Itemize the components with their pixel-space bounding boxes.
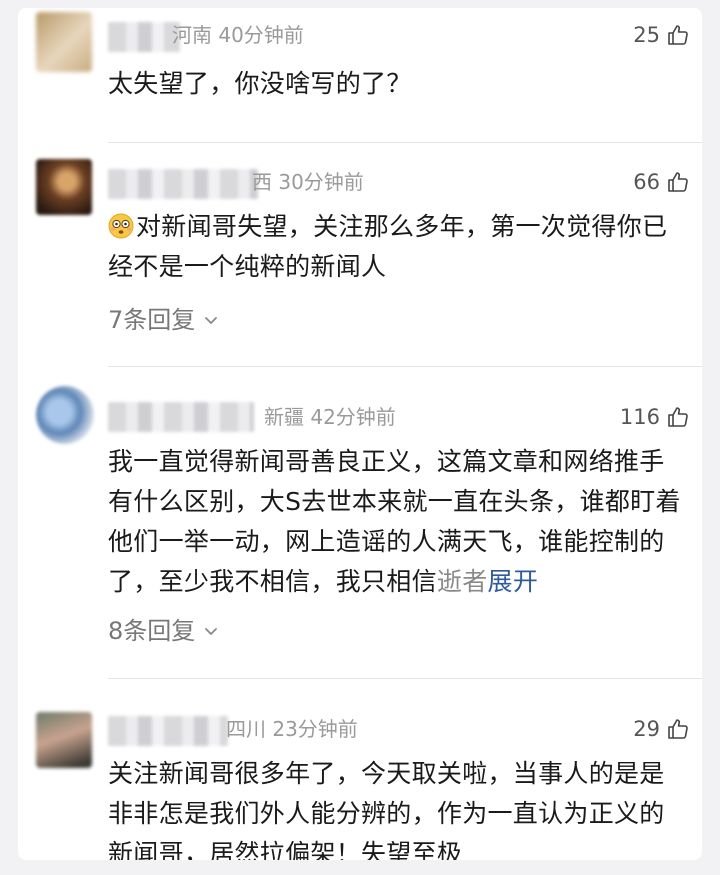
comment-text: 太失望了，你没啥写的了？ — [108, 69, 412, 98]
comment-text-faded: 逝者 — [436, 567, 488, 596]
thumbs-up-icon — [668, 719, 688, 739]
avatar[interactable] — [36, 386, 94, 444]
location-time: 新疆 42分钟前 — [264, 405, 396, 429]
location-time: 四川 23分钟前 — [226, 717, 358, 741]
chevron-down-icon — [205, 628, 218, 635]
username-blurred[interactable] — [108, 169, 258, 199]
divider — [108, 366, 702, 367]
thumbs-up-icon — [668, 25, 688, 45]
like-button[interactable]: 66 — [633, 167, 690, 197]
location-time: 西 30分钟前 — [252, 170, 364, 194]
like-count: 29 — [633, 717, 660, 741]
like-count: 25 — [633, 23, 660, 47]
like-count: 66 — [633, 170, 660, 194]
comment-text: 我一直觉得新闻哥善良正义，这篇文章和网络推手有什么区别，大S去世本来就一直在头条… — [108, 442, 688, 602]
avatar[interactable] — [36, 12, 92, 72]
comment-text-body: 对新闻哥失望，关注那么多年，第一次觉得你已经不是一个纯粹的新闻人 — [108, 212, 668, 281]
expand-link[interactable]: 展开 — [488, 567, 539, 596]
flushed-face-emoji-icon — [108, 213, 134, 239]
comment-item: 四川 23分钟前 29 关注新闻哥很多年了，今天取关啦，当事人的是是非非怎是我们… — [18, 678, 702, 860]
comment-list: 河南 40分钟前 25 太失望了，你没啥写的了？ 西 30分钟前 66 对新闻哥… — [18, 8, 702, 860]
comment-item: 新疆 42分钟前 116 我一直觉得新闻哥善良正义，这篇文章和网络推手有什么区别… — [18, 368, 702, 679]
thumbs-up-icon — [668, 407, 688, 427]
comment-item: 西 30分钟前 66 对新闻哥失望，关注那么多年，第一次觉得你已经不是一个纯粹的… — [18, 143, 702, 368]
thumbs-up-icon — [668, 172, 688, 192]
username-blurred[interactable] — [108, 716, 228, 746]
comment-text: 关注新闻哥很多年了，今天取关啦，当事人的是是非非怎是我们外人能分辨的，作为一直认… — [108, 759, 665, 860]
comment-item: 河南 40分钟前 25 太失望了，你没啥写的了？ — [18, 8, 702, 158]
like-button[interactable]: 116 — [620, 402, 690, 432]
like-count: 116 — [619, 405, 660, 429]
username-blurred[interactable] — [108, 402, 254, 432]
avatar[interactable] — [36, 159, 92, 215]
location-time: 河南 40分钟前 — [172, 23, 304, 47]
view-replies-button[interactable]: 8条回复 — [108, 614, 219, 648]
like-button[interactable]: 25 — [633, 20, 690, 50]
username-blurred[interactable] — [108, 22, 180, 52]
comment-text: 对新闻哥失望，关注那么多年，第一次觉得你已经不是一个纯粹的新闻人 — [108, 207, 688, 287]
replies-label: 8条回复 — [108, 617, 196, 645]
like-button[interactable]: 29 — [633, 714, 690, 744]
comment-text-body: 我一直觉得新闻哥善良正义，这篇文章和网络推手有什么区别，大S去世本来就一直在头条… — [108, 447, 681, 596]
replies-label: 7条回复 — [108, 306, 196, 334]
avatar[interactable] — [36, 712, 92, 768]
view-replies-button[interactable]: 7条回复 — [108, 303, 219, 337]
chevron-down-icon — [205, 317, 218, 324]
